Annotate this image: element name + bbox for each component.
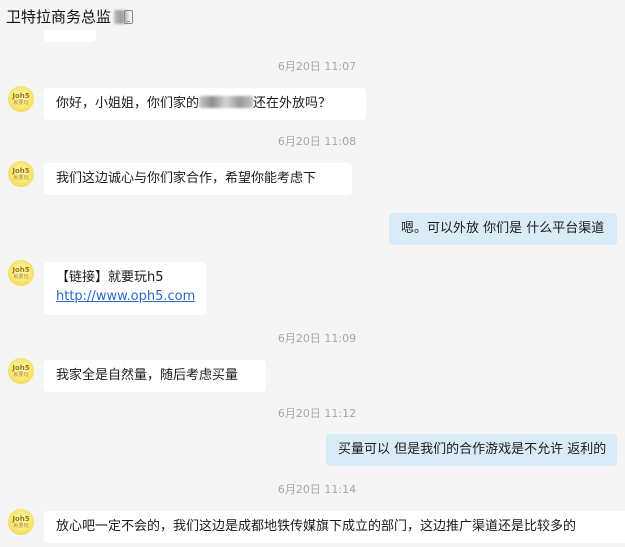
message-text: 我们这边诚心与你们家合作，希望你能考虑下 (56, 171, 317, 186)
link-title: 【链接】就要玩h5 (56, 270, 164, 285)
mobile-device-icon[interactable] (124, 10, 133, 24)
message-bubble-incoming[interactable]: 你好，小姐姐，你们家的 还在外放吗？ (44, 88, 366, 120)
message-text: 买量可以 但是我们的合作游戏是不允许 返利的 (338, 442, 607, 457)
message-text: 放心吧一定不会的，我们这边是成都地铁传媒旗下成立的部门，这边推广渠道还是比较多的 (56, 519, 577, 534)
contact-avatar[interactable]: Joh5 就要玩 (8, 358, 34, 384)
timestamp: 6月20日 11:12 (277, 407, 357, 420)
chat-header: 卫特拉商务总监 (0, 0, 625, 32)
message-text: 还在外放吗？ (253, 96, 332, 111)
contact-avatar[interactable]: Joh5 就要玩 (8, 260, 34, 286)
message-text: 我家全是自然量，随后考虑买量 (56, 368, 239, 383)
message-bubble-outgoing[interactable]: 买量可以 但是我们的合作游戏是不允许 返利的 (326, 434, 617, 466)
contact-avatar[interactable]: Joh5 就要玩 (8, 161, 34, 187)
avatar-text: Joh5 (12, 167, 30, 175)
chat-title-text: 卫特拉商务总监 (6, 8, 112, 26)
message-bubble-incoming[interactable]: 放心吧一定不会的，我们这边是成都地铁传媒旗下成立的部门，这边推广渠道还是比较多的 (44, 511, 625, 543)
avatar-text: Joh5 (12, 515, 30, 523)
timestamp: 6月20日 11:09 (277, 332, 357, 345)
avatar-subtext: 就要玩 (13, 175, 29, 181)
message-text: 嗯。可以外放 你们是 什么平台渠道 (401, 221, 605, 236)
avatar-subtext: 就要玩 (13, 100, 29, 106)
message-link[interactable]: http://www.oph5.com (56, 287, 195, 307)
avatar-text: Joh5 (12, 92, 30, 100)
contact-avatar[interactable]: Joh5 就要玩 (8, 86, 34, 112)
message-bubble-link[interactable]: 【链接】就要玩h5 http://www.oph5.com (44, 262, 206, 315)
message-text: 你好，小姐姐，你们家的 (56, 96, 200, 111)
avatar-text: Joh5 (12, 266, 30, 274)
timestamp: 6月20日 11:07 (277, 60, 357, 73)
previous-message-bubble (44, 30, 96, 42)
avatar-subtext: 就要玩 (13, 523, 29, 529)
avatar-text: Joh5 (12, 364, 30, 372)
blurred-text (199, 96, 254, 108)
avatar-subtext: 就要玩 (13, 372, 29, 378)
message-bubble-incoming[interactable]: 我们这边诚心与你们家合作，希望你能考虑下 (44, 163, 352, 195)
message-bubble-outgoing[interactable]: 嗯。可以外放 你们是 什么平台渠道 (389, 213, 617, 245)
timestamp: 6月20日 11:14 (277, 483, 357, 496)
avatar-subtext: 就要玩 (13, 274, 29, 280)
timestamp: 6月20日 11:08 (277, 135, 357, 148)
contact-avatar[interactable]: Joh5 就要玩 (8, 509, 34, 535)
message-bubble-incoming[interactable]: 我家全是自然量，随后考虑买量 (44, 360, 266, 392)
chat-title[interactable]: 卫特拉商务总监 (6, 8, 129, 26)
